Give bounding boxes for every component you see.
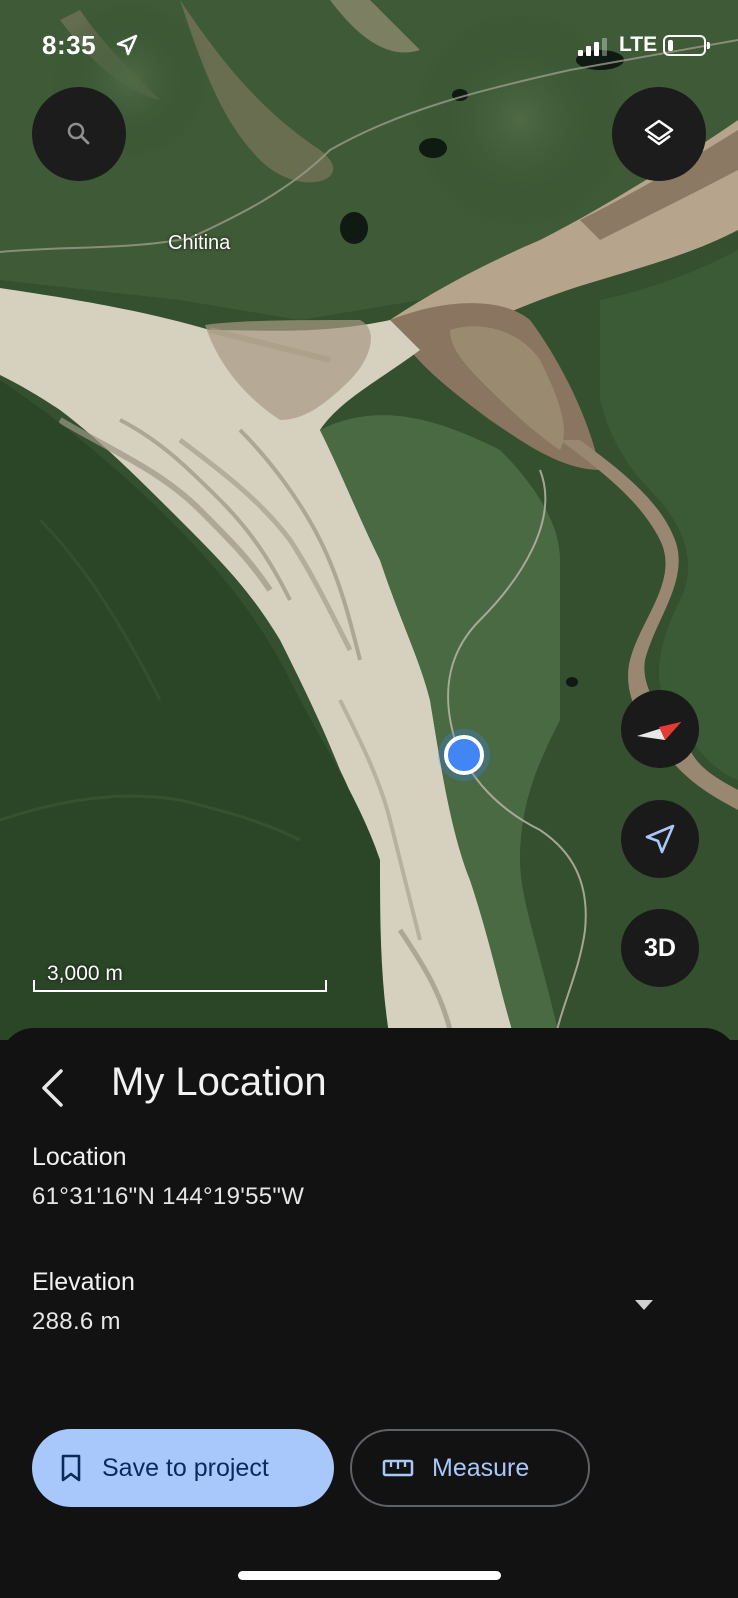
search-button[interactable]: [32, 87, 126, 181]
sheet-title: My Location: [111, 1060, 327, 1104]
save-to-project-button[interactable]: Save to project: [32, 1429, 334, 1507]
status-bar: 8:35 LTE: [0, 0, 738, 90]
layers-icon: [644, 119, 674, 146]
caret-down-icon: [635, 1300, 653, 1310]
home-indicator[interactable]: [238, 1571, 501, 1580]
map-view[interactable]: 8:35 LTE Chitina 3D 3,000 m: [0, 0, 738, 1040]
bookmark-icon: [61, 1454, 81, 1482]
navigation-arrow-icon: [645, 824, 675, 854]
scale-bar: [33, 980, 327, 992]
place-label-chitina[interactable]: Chitina: [168, 232, 230, 255]
layers-button[interactable]: [612, 87, 706, 181]
search-icon: [67, 122, 90, 145]
toggle-3d-button[interactable]: 3D: [621, 909, 699, 987]
elevation-value: 288.6 m: [32, 1308, 121, 1335]
measure-label: Measure: [432, 1453, 530, 1482]
chevron-left-icon: [42, 1069, 63, 1107]
cellular-signal-icon: [578, 38, 608, 56]
measure-button[interactable]: Measure: [350, 1429, 590, 1507]
location-services-icon: [116, 34, 138, 56]
map-scale: 3,000 m: [33, 960, 327, 992]
save-to-project-label: Save to project: [102, 1453, 269, 1482]
ruler-icon: [382, 1459, 414, 1477]
back-button[interactable]: [24, 1060, 80, 1116]
expand-details-button[interactable]: [626, 1290, 662, 1320]
network-type: LTE: [619, 33, 658, 56]
status-time: 8:35: [42, 30, 97, 60]
compass-icon: [637, 722, 681, 740]
location-details-sheet[interactable]: My Location Location 61°31'16"N 144°19'5…: [0, 1028, 738, 1598]
my-location-button[interactable]: [621, 800, 699, 878]
location-coordinates[interactable]: 61°31'16"N 144°19'55"W: [32, 1183, 304, 1211]
elevation-label: Elevation: [32, 1268, 135, 1296]
location-label: Location: [32, 1143, 127, 1171]
battery-icon: [663, 35, 710, 56]
compass-button[interactable]: [621, 690, 699, 768]
my-location-dot[interactable]: [444, 735, 484, 775]
